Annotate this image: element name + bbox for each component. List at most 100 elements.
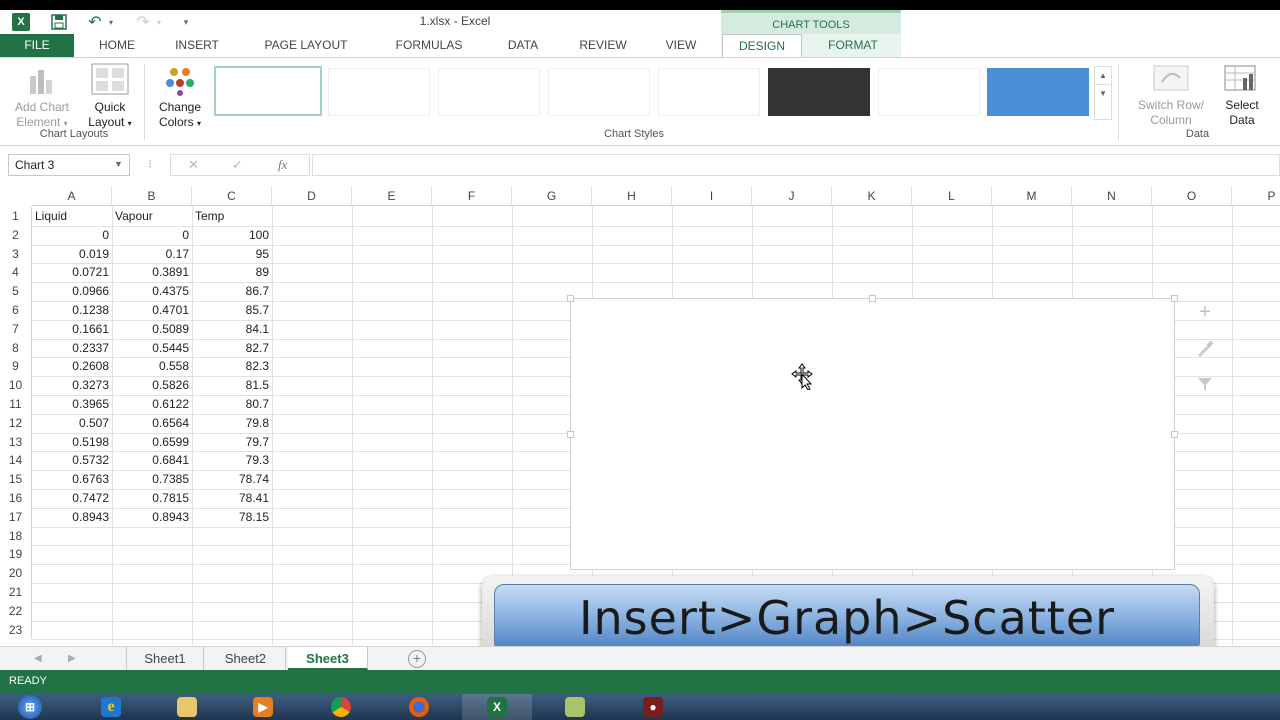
row-header[interactable]: 20	[0, 564, 32, 583]
data-cell[interactable]: 0.1238	[32, 301, 112, 320]
column-header[interactable]: M	[992, 186, 1072, 206]
data-cell[interactable]: 95	[192, 245, 272, 264]
data-cell[interactable]: 82.3	[192, 357, 272, 376]
sheet-tab-sheet3[interactable]: Sheet3	[288, 647, 368, 671]
column-header[interactable]: L	[912, 186, 992, 206]
column-header[interactable]: G	[512, 186, 592, 206]
tab-review[interactable]: REVIEW	[570, 34, 636, 57]
data-cell[interactable]: 0.019	[32, 245, 112, 264]
column-header[interactable]: H	[592, 186, 672, 206]
tab-file[interactable]: FILE	[0, 34, 74, 57]
data-cell[interactable]: 0.17	[112, 245, 192, 264]
data-cell[interactable]: 79.7	[192, 433, 272, 452]
data-cell[interactable]: 78.74	[192, 470, 272, 489]
row-header[interactable]: 5	[0, 282, 32, 301]
tab-page-layout[interactable]: PAGE LAYOUT	[250, 34, 362, 57]
chart-area[interactable]	[567, 295, 1178, 570]
row-header[interactable]: 2	[0, 225, 32, 245]
data-cell[interactable]: 79.8	[192, 414, 272, 433]
row-header[interactable]: 11	[0, 395, 32, 414]
resize-handle[interactable]	[567, 431, 574, 438]
data-cell[interactable]: 78.15	[192, 508, 272, 527]
tab-home[interactable]: HOME	[86, 34, 148, 57]
sheet-tab-sheet2[interactable]: Sheet2	[206, 647, 286, 671]
resize-handle[interactable]	[1171, 431, 1178, 438]
data-cell[interactable]: 0.3273	[32, 376, 112, 395]
excel-app-icon[interactable]: X	[12, 13, 30, 31]
name-box[interactable]: Chart 3	[8, 154, 130, 176]
data-cell[interactable]: 100	[192, 226, 272, 245]
media-player-icon[interactable]: ▶	[228, 694, 298, 720]
data-cell[interactable]: 0.2608	[32, 357, 112, 376]
redo-dropdown-icon[interactable]: ▾	[154, 13, 164, 31]
enter-icon[interactable]: ✓	[232, 157, 243, 173]
data-cell[interactable]: 0.2337	[32, 339, 112, 358]
row-header[interactable]: 1	[0, 207, 32, 226]
data-cell[interactable]: 85.7	[192, 301, 272, 320]
header-cell[interactable]: Vapour	[112, 207, 192, 226]
tab-format[interactable]: FORMAT	[806, 34, 900, 57]
row-header[interactable]: 23	[0, 620, 32, 640]
switch-row-column-button[interactable]: Switch Row/ Column	[1126, 64, 1216, 128]
data-cell[interactable]: 0.1661	[32, 320, 112, 339]
data-cell[interactable]: 0.4375	[112, 282, 192, 301]
column-header[interactable]: F	[432, 186, 512, 206]
row-header[interactable]: 22	[0, 601, 32, 621]
row-header[interactable]: 19	[0, 545, 32, 565]
row-header[interactable]: 17	[0, 507, 32, 527]
data-cell[interactable]: 0.6841	[112, 451, 192, 470]
header-cell[interactable]: Temp	[192, 207, 272, 226]
header-cell[interactable]: Liquid	[32, 207, 112, 226]
file-explorer-icon[interactable]	[152, 694, 222, 720]
column-header[interactable]: D	[272, 186, 352, 206]
row-header[interactable]: 14	[0, 451, 32, 471]
gallery-more-icon[interactable]: ▼	[1095, 84, 1111, 102]
data-cell[interactable]: 0.3965	[32, 395, 112, 414]
chart-style-6[interactable]	[768, 68, 870, 116]
chart-style-7[interactable]	[878, 68, 980, 116]
chart-style-4[interactable]	[548, 68, 650, 116]
formula-input[interactable]	[312, 154, 1280, 176]
data-cell[interactable]: 0.5826	[112, 376, 192, 395]
data-cell[interactable]: 86.7	[192, 282, 272, 301]
chart-style-2[interactable]	[328, 68, 430, 116]
row-header[interactable]: 18	[0, 526, 32, 546]
data-cell[interactable]: 0.5089	[112, 320, 192, 339]
row-header[interactable]: 8	[0, 338, 32, 358]
start-button[interactable]: ⊞	[0, 694, 60, 720]
resize-handle[interactable]	[1171, 295, 1178, 302]
row-header[interactable]: 9	[0, 357, 32, 377]
recorder-taskbar-icon[interactable]: ●	[618, 694, 688, 720]
gallery-up-icon[interactable]: ▲	[1095, 67, 1111, 84]
row-header[interactable]: 12	[0, 413, 32, 433]
column-header[interactable]: A	[32, 186, 112, 206]
quick-layout-button[interactable]: Quick Layout ▾	[82, 62, 138, 131]
firefox-icon[interactable]	[384, 694, 454, 720]
customize-qat-icon[interactable]: ▾	[180, 13, 192, 31]
undo-icon[interactable]: ↶	[86, 13, 104, 31]
column-header[interactable]: P	[1232, 186, 1280, 206]
insert-function-icon[interactable]: fx	[278, 157, 287, 173]
save-icon[interactable]	[50, 13, 68, 31]
data-cell[interactable]: 0.3891	[112, 263, 192, 282]
column-header[interactable]: I	[672, 186, 752, 206]
row-header[interactable]: 4	[0, 263, 32, 283]
row-header[interactable]: 7	[0, 319, 32, 339]
next-sheet-icon[interactable]: ▶	[68, 653, 76, 664]
change-colors-button[interactable]: Change Colors ▾	[150, 66, 210, 131]
column-header[interactable]: K	[832, 186, 912, 206]
data-cell[interactable]: 78.41	[192, 489, 272, 508]
tab-insert[interactable]: INSERT	[164, 34, 230, 57]
data-cell[interactable]: 0.0966	[32, 282, 112, 301]
tab-formulas[interactable]: FORMULAS	[382, 34, 476, 57]
chart-style-8[interactable]	[987, 68, 1089, 116]
row-header[interactable]: 3	[0, 244, 32, 264]
data-cell[interactable]: 0.507	[32, 414, 112, 433]
row-header[interactable]: 10	[0, 376, 32, 395]
internet-explorer-icon[interactable]: e	[76, 694, 146, 720]
name-box-dropdown-icon[interactable]: ▼	[114, 159, 123, 169]
data-cell[interactable]: 81.5	[192, 376, 272, 395]
data-cell[interactable]: 0.5198	[32, 433, 112, 452]
row-header[interactable]: 15	[0, 470, 32, 489]
undo-dropdown-icon[interactable]: ▾	[106, 13, 116, 31]
